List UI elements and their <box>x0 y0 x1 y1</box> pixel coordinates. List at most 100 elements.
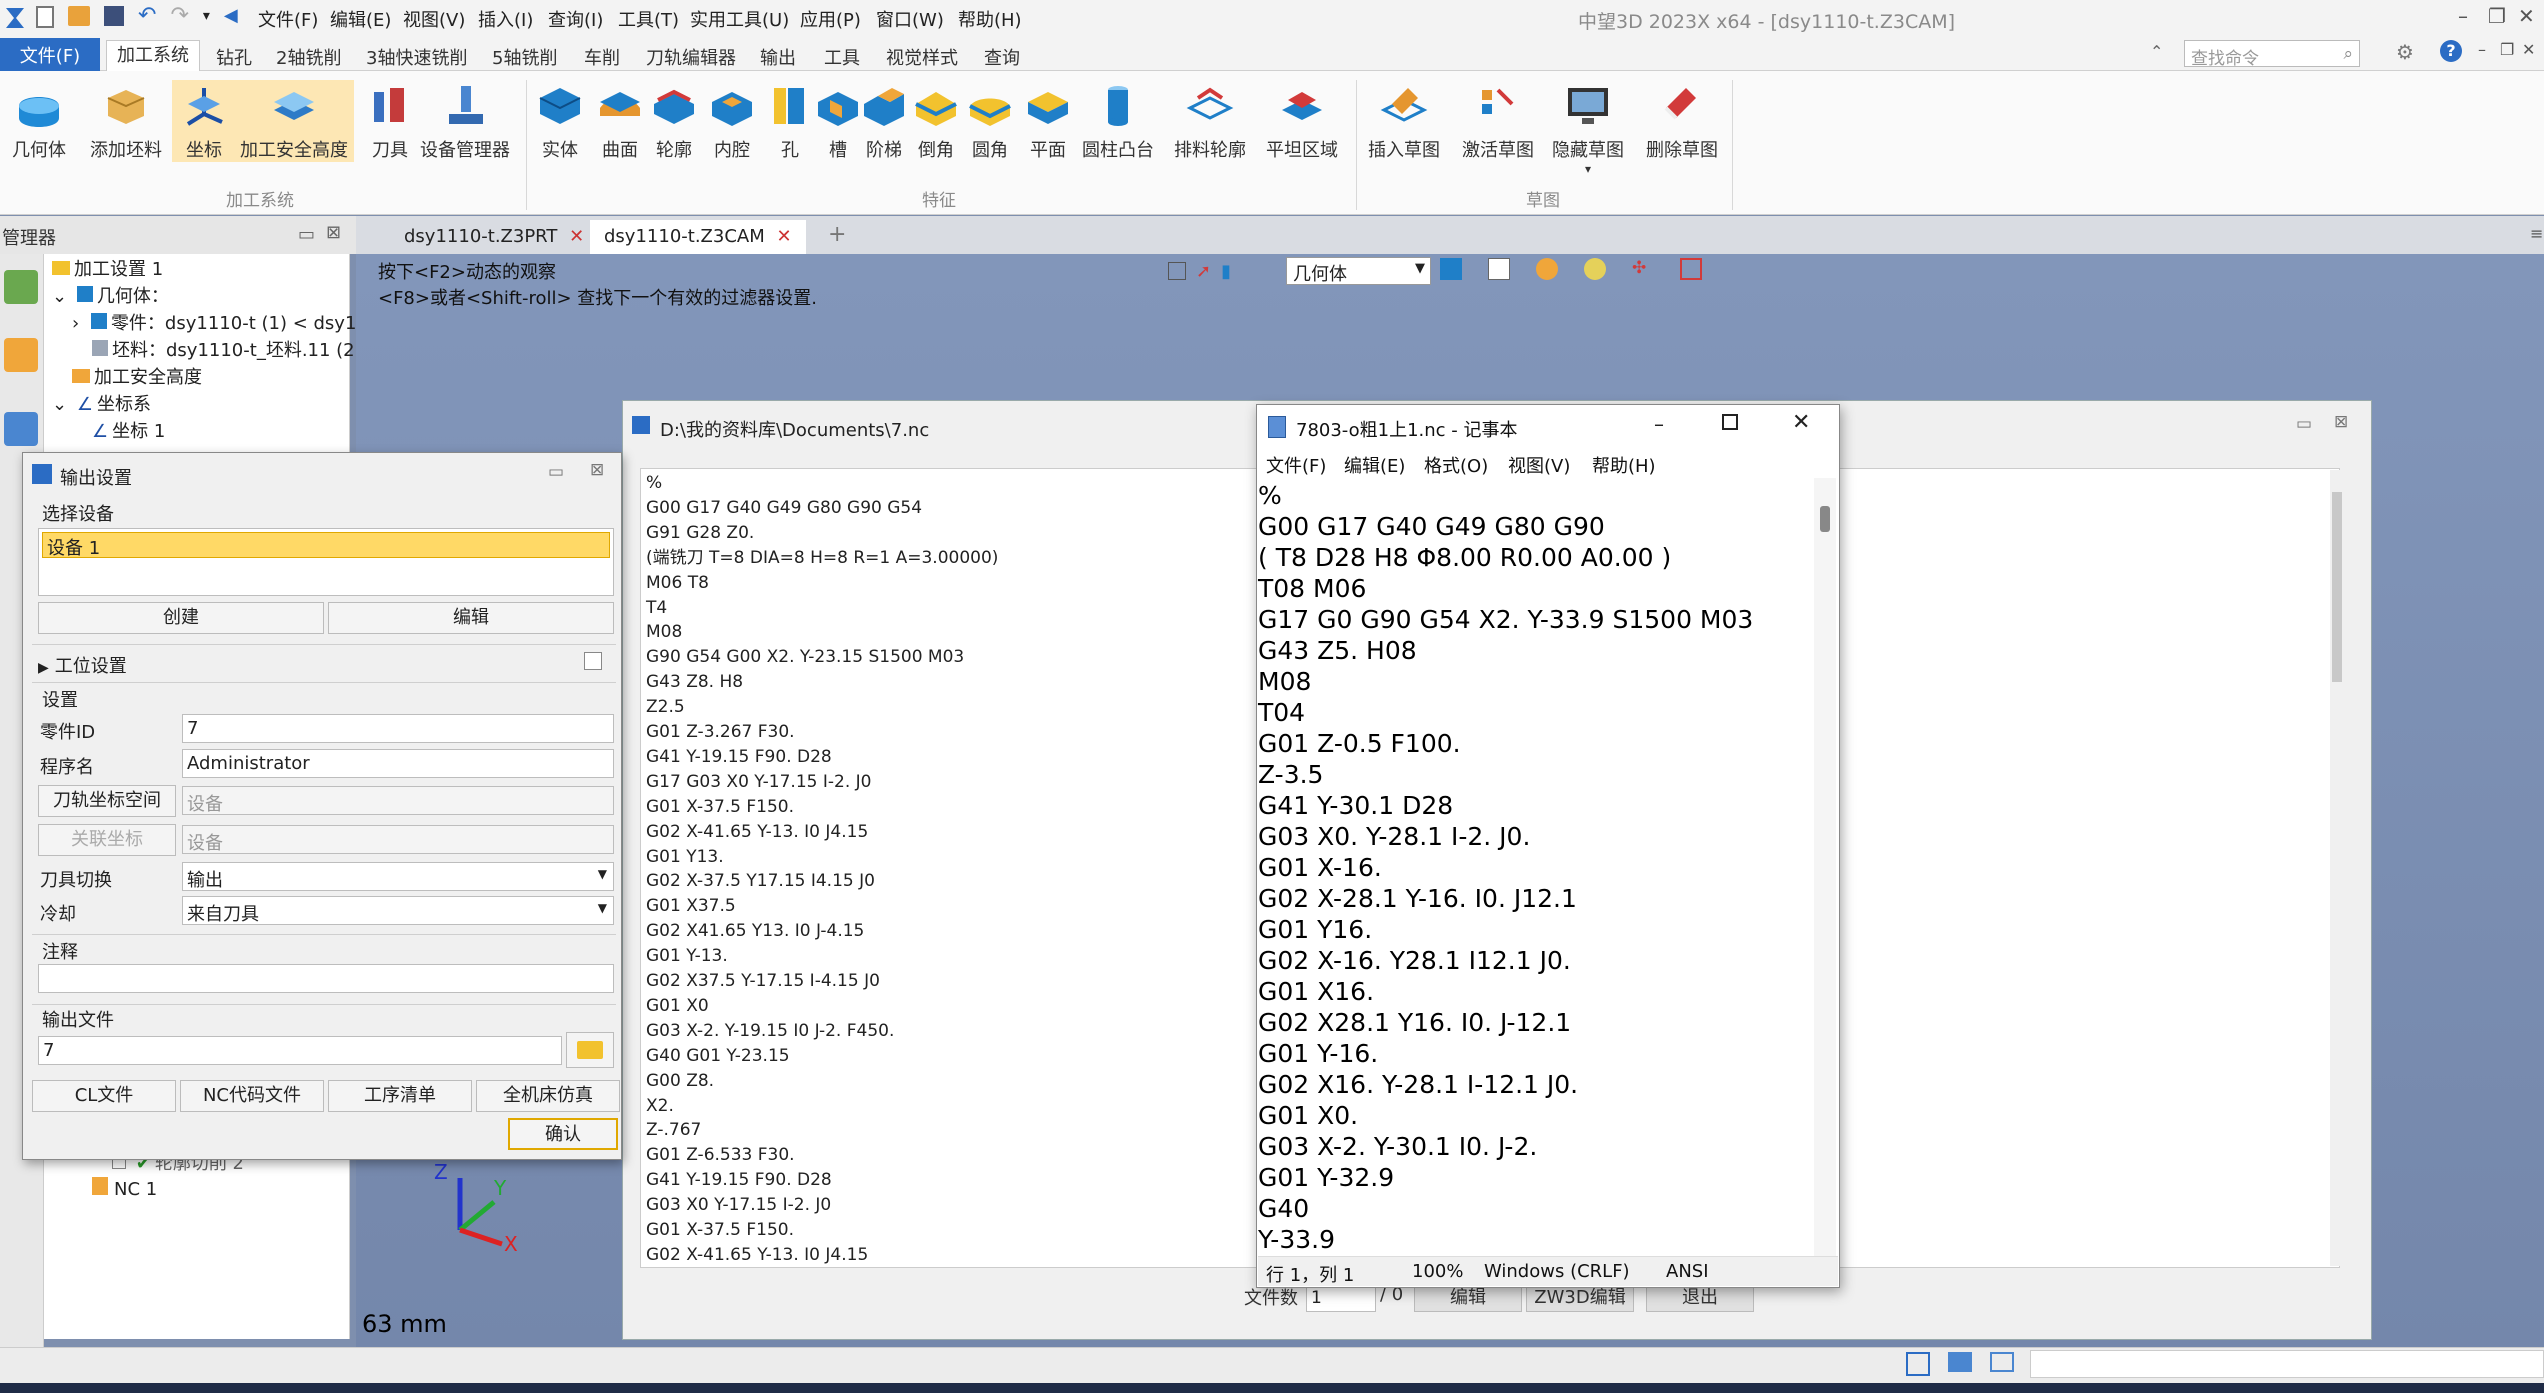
section-icon[interactable] <box>1680 258 1702 280</box>
feature-profile-button[interactable]: 轮廓 <box>648 80 700 162</box>
redo-icon[interactable]: ↷ <box>170 5 188 28</box>
minimize-icon[interactable]: – <box>2458 4 2468 28</box>
tab-5axis-milling[interactable]: 5轴铣削 <box>492 44 557 70</box>
manager-pin-icon[interactable]: ▭ <box>298 224 315 245</box>
collapse-arrow-icon[interactable]: ⌄ <box>52 394 67 415</box>
nc-help-icon[interactable]: ▭ <box>2296 414 2312 434</box>
coordinate-button[interactable]: 坐标 <box>172 80 236 162</box>
hide-sketch-button[interactable]: 隐藏草图 ▾ <box>1552 80 1624 176</box>
tab-toolpath-editor[interactable]: 刀轨编辑器 <box>646 44 736 70</box>
tab-close-icon[interactable]: ✕ <box>776 226 791 247</box>
program-name-field[interactable]: Administrator <box>182 749 614 778</box>
notepad-menu-file[interactable]: 文件(F) <box>1266 452 1326 478</box>
output-file-field[interactable]: 7 <box>38 1036 562 1065</box>
notepad-maximize-icon[interactable] <box>1722 414 1738 430</box>
render-icon[interactable] <box>1536 258 1558 280</box>
rotate-icon[interactable]: ✣ <box>1632 258 1654 280</box>
tree-item-setup[interactable]: 加工设置 1 <box>52 256 163 283</box>
manager-close-icon[interactable]: ⊠ <box>326 222 341 243</box>
dialog-help-icon[interactable]: ▭ <box>548 462 564 482</box>
menu-query[interactable]: 查询(I) <box>548 6 603 32</box>
feature-solid-button[interactable]: 实体 <box>534 80 586 162</box>
view-tool-icon[interactable] <box>1168 262 1186 280</box>
notepad-minimize-icon[interactable]: – <box>1654 412 1664 436</box>
machine-sim-button[interactable]: 全机床仿真 <box>476 1080 620 1112</box>
device-manager-button[interactable]: 设备管理器 <box>420 80 510 162</box>
display-icon[interactable] <box>1584 258 1606 280</box>
tab-drilling[interactable]: 钻孔 <box>216 44 252 70</box>
tree-item-coordinate-1[interactable]: ∠ 坐标 1 <box>92 418 165 445</box>
tab-3axis-milling[interactable]: 3轴快速铣削 <box>366 44 467 70</box>
feature-hole-button[interactable]: 孔 <box>764 80 816 162</box>
notepad-close-icon[interactable]: ✕ <box>1792 410 1810 435</box>
chart-tool-icon[interactable]: ▮ <box>1221 261 1231 282</box>
doc-tab-cam[interactable]: dsy1110-t.Z3CAM ✕ <box>590 220 806 254</box>
close-icon[interactable]: ✕ <box>2518 4 2535 28</box>
view-cube-icon[interactable] <box>1488 258 1510 280</box>
assoc-coord-button[interactable]: 关联坐标 <box>38 824 176 856</box>
nc-scroll-thumb[interactable] <box>2332 492 2342 682</box>
shading-icon[interactable] <box>1440 258 1462 280</box>
collapse-arrow-icon[interactable]: ⌄ <box>52 286 67 307</box>
device-list-item[interactable]: 设备 1 <box>42 532 610 559</box>
tree-item-nc[interactable]: NC 1 <box>92 1176 157 1203</box>
tool-button[interactable]: 刀具 <box>364 80 416 162</box>
notepad-scrollbar[interactable] <box>1814 478 1836 1256</box>
tab-turning[interactable]: 车削 <box>584 44 620 70</box>
tab-menu-icon[interactable]: ≡ <box>2530 224 2543 243</box>
ribbon-collapse-icon[interactable]: ⌃ <box>2150 42 2163 61</box>
open-file-icon[interactable] <box>68 6 90 26</box>
geometry-button[interactable]: 几何体 <box>12 80 66 162</box>
help-icon[interactable]: ? <box>2440 40 2462 62</box>
view-mode-icon[interactable] <box>1906 1352 1930 1376</box>
feature-boss-button[interactable]: 圆柱凸台 <box>1082 80 1154 162</box>
layers-icon[interactable] <box>4 412 38 446</box>
tree-item-safety-height[interactable]: 加工安全高度 <box>72 364 202 391</box>
edit-device-button[interactable]: 编辑 <box>328 602 614 634</box>
cl-file-button[interactable]: CL文件 <box>32 1080 176 1112</box>
toolpath-space-button[interactable]: 刀轨坐标空间 <box>38 785 176 817</box>
feature-plane-button[interactable]: 平面 <box>1022 80 1074 162</box>
nc-edit-button[interactable]: 编辑 <box>1414 1284 1522 1312</box>
command-search-input[interactable]: 查找命令 ⌕ <box>2184 40 2360 69</box>
menu-window[interactable]: 窗口(W) <box>876 6 944 32</box>
new-file-icon[interactable] <box>36 6 54 28</box>
workpos-table-icon[interactable] <box>584 652 602 670</box>
menu-help[interactable]: 帮助(H) <box>958 6 1022 32</box>
notepad-menu-help[interactable]: 帮助(H) <box>1592 452 1656 478</box>
workpos-expander[interactable]: ▶ 工位设置 <box>38 652 127 678</box>
tab-query[interactable]: 查询 <box>984 44 1020 70</box>
menu-file[interactable]: 文件(F) <box>258 6 318 32</box>
ok-button[interactable]: 确认 <box>508 1118 618 1150</box>
nc-scrollbar[interactable] <box>2330 470 2344 1266</box>
notepad-menu-view[interactable]: 视图(V) <box>1508 452 1570 478</box>
status-input[interactable] <box>2030 1350 2544 1378</box>
doc-close-icon[interactable]: ✕ <box>2522 40 2535 59</box>
expand-arrow-icon[interactable]: › <box>72 313 79 334</box>
manager-tree-icon[interactable] <box>4 270 38 304</box>
tab-2axis-milling[interactable]: 2轴铣削 <box>276 44 341 70</box>
nc-close-icon[interactable]: ⊠ <box>2334 412 2348 432</box>
zw3d-edit-button[interactable]: ZW3D编辑 <box>1526 1284 1634 1312</box>
filter-select[interactable]: 几何体 ▼ <box>1286 257 1431 285</box>
new-tab-icon[interactable]: + <box>828 222 846 247</box>
feature-surface-button[interactable]: 曲面 <box>594 80 646 162</box>
monitor-icon[interactable] <box>1948 1352 1972 1372</box>
browse-folder-button[interactable] <box>566 1032 614 1068</box>
undo-icon[interactable]: ↶ <box>138 5 156 28</box>
menu-tools[interactable]: 工具(T) <box>618 6 679 32</box>
feature-stock-profile-button[interactable]: 排料轮廓 <box>1174 80 1246 162</box>
settings-gear-icon[interactable]: ⚙ <box>2396 40 2414 64</box>
tree-item-stock[interactable]: 坯料：dsy1110-t_坯料.11 (2) <box>92 337 362 364</box>
menu-utilities[interactable]: 实用工具(U) <box>690 6 789 32</box>
tab-output[interactable]: 输出 <box>760 44 796 70</box>
feature-step-button[interactable]: 阶梯 <box>858 80 910 162</box>
file-count-stepper[interactable]: 1 <box>1306 1284 1376 1312</box>
nc-code-file-button[interactable]: NC代码文件 <box>180 1080 324 1112</box>
tab-close-icon[interactable]: ✕ <box>569 226 584 247</box>
tree-item-part[interactable]: › 零件：dsy1110-t (1) < dsy11 <box>72 310 368 337</box>
safety-height-button[interactable]: 加工安全高度 <box>234 80 354 162</box>
doc-tab-part[interactable]: dsy1110-t.Z3PRT ✕ <box>390 220 598 254</box>
create-device-button[interactable]: 创建 <box>38 602 324 634</box>
restore-icon[interactable]: ❐ <box>2488 4 2506 28</box>
